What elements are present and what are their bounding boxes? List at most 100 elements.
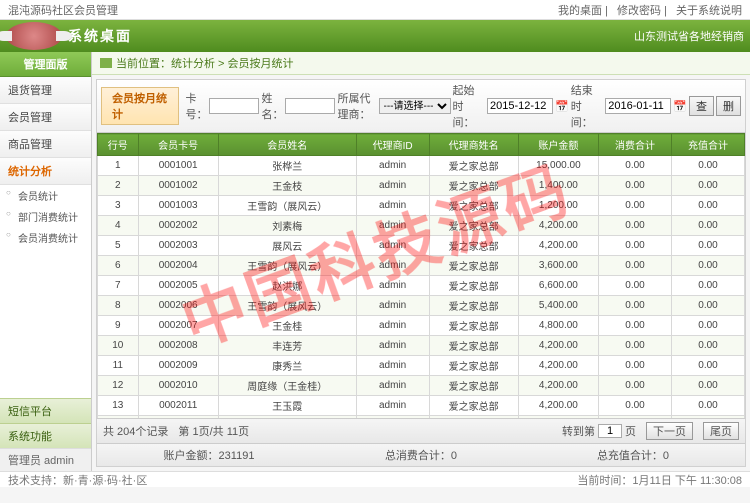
cell: 0.00 bbox=[599, 256, 672, 276]
cell: 爱之家总部 bbox=[429, 336, 518, 356]
cell: 0.00 bbox=[672, 196, 745, 216]
btn-query[interactable]: 查 bbox=[689, 96, 714, 116]
cell: 0.00 bbox=[672, 316, 745, 336]
table-row[interactable]: 40002002刘素梅admin爱之家总部4,200.000.000.00 bbox=[98, 216, 745, 236]
cell: 4,200.00 bbox=[518, 336, 598, 356]
cell: 张桦兰 bbox=[218, 156, 356, 176]
cell: 0002002 bbox=[138, 216, 218, 236]
table-row[interactable]: 100002008丰连芳admin爱之家总部4,200.000.000.00 bbox=[98, 336, 745, 356]
table-row[interactable]: 90002007王金桂admin爱之家总部4,800.000.000.00 bbox=[98, 316, 745, 336]
input-name[interactable] bbox=[285, 98, 335, 114]
footer-tech: 技术支持：新·青·源·码·社·区 bbox=[8, 472, 147, 488]
cell: 0.00 bbox=[599, 156, 672, 176]
link-about[interactable]: 关于系统说明 bbox=[676, 5, 742, 17]
data-grid[interactable]: 行号会员卡号会员姓名代理商ID代理商姓名账户金额消费合计充值合计 1000100… bbox=[97, 133, 745, 418]
table-row[interactable]: 30001003王雪韵（展风云）admin爱之家总部1,200.000.000.… bbox=[98, 196, 745, 216]
cell: 0002005 bbox=[138, 276, 218, 296]
cell: 爱之家总部 bbox=[429, 196, 518, 216]
pager-jump-l: 转到第 bbox=[562, 423, 595, 439]
cell: admin bbox=[356, 236, 429, 256]
cell: 6 bbox=[98, 256, 139, 276]
table-row[interactable]: 120002010周庭缘（王金桂）admin爱之家总部4,200.000.000… bbox=[98, 376, 745, 396]
select-agent[interactable]: ---请选择--- bbox=[379, 98, 451, 114]
link-password[interactable]: 修改密码 bbox=[617, 5, 661, 17]
crumb-path: 统计分析 > 会员按月统计 bbox=[171, 55, 294, 71]
sidebar-foot-sms[interactable]: 短信平台 bbox=[0, 398, 91, 423]
home-icon[interactable] bbox=[100, 58, 112, 68]
cell: 爱之家总部 bbox=[429, 356, 518, 376]
input-card[interactable] bbox=[209, 98, 259, 114]
cell: 0.00 bbox=[672, 356, 745, 376]
table-row[interactable]: 60002004王雪韵（展风云）admin爱之家总部3,600.000.000.… bbox=[98, 256, 745, 276]
lbl-card: 卡号： bbox=[185, 90, 207, 122]
sidebar-sub-member-cons[interactable]: 会员消费统计 bbox=[0, 227, 91, 248]
pager-pages: 第 1页/共 11页 bbox=[178, 423, 249, 439]
cell: 12 bbox=[98, 376, 139, 396]
cell: 8 bbox=[98, 296, 139, 316]
cell: 1,400.00 bbox=[518, 176, 598, 196]
cell: 4,800.00 bbox=[518, 316, 598, 336]
cell: 0.00 bbox=[599, 236, 672, 256]
cell: 0.00 bbox=[599, 316, 672, 336]
cell: 2 bbox=[98, 176, 139, 196]
table-row[interactable]: 130002011王玉霞admin爱之家总部4,200.000.000.00 bbox=[98, 396, 745, 416]
cell: 13 bbox=[98, 396, 139, 416]
cell: 周庭缘（王金桂） bbox=[218, 376, 356, 396]
sidebar-item-member[interactable]: 会员管理 bbox=[0, 104, 91, 131]
cell: 爱之家总部 bbox=[429, 396, 518, 416]
cell: 0002010 bbox=[138, 376, 218, 396]
calendar-icon[interactable]: 📅 bbox=[673, 100, 687, 113]
calendar-icon[interactable]: 📅 bbox=[555, 100, 569, 113]
table-row[interactable]: 50002003展风云admin爱之家总部4,200.000.000.00 bbox=[98, 236, 745, 256]
cell: 6,600.00 bbox=[518, 276, 598, 296]
panel: 会员按月统计 卡号： 姓名： 所属代理商： ---请选择--- 起始时间： 📅 … bbox=[96, 79, 746, 467]
main: 当前位置： 统计分析 > 会员按月统计 会员按月统计 卡号： 姓名： 所属代理商… bbox=[92, 52, 750, 471]
sidebar-foot-sys[interactable]: 系统功能 bbox=[0, 423, 91, 448]
table-row[interactable]: 70002005赵洪娜admin爱之家总部6,600.000.000.00 bbox=[98, 276, 745, 296]
col-header: 代理商姓名 bbox=[429, 134, 518, 156]
topbar-links: 我的桌面 | 修改密码 | 关于系统说明 bbox=[552, 2, 742, 18]
sidebar-item-stats[interactable]: 统计分析 bbox=[0, 158, 91, 185]
footer-time: 当前时间：1月11日 下午 11:30:08 bbox=[577, 472, 742, 488]
cell: 0002011 bbox=[138, 396, 218, 416]
pager-last[interactable]: 尾页 bbox=[703, 422, 739, 440]
btn-reset[interactable]: 删 bbox=[716, 96, 741, 116]
cell: 0.00 bbox=[599, 336, 672, 356]
table-row[interactable]: 110002009康秀兰admin爱之家总部4,200.000.000.00 bbox=[98, 356, 745, 376]
cell: 0.00 bbox=[672, 276, 745, 296]
cell: admin bbox=[356, 216, 429, 236]
cell: 刘素梅 bbox=[218, 216, 356, 236]
cell: 0.00 bbox=[599, 356, 672, 376]
cell: 4 bbox=[98, 216, 139, 236]
crumb-label: 当前位置： bbox=[116, 55, 171, 71]
col-header: 会员姓名 bbox=[218, 134, 356, 156]
cell: 4,200.00 bbox=[518, 236, 598, 256]
input-end[interactable] bbox=[605, 98, 671, 114]
sidebar-item-return[interactable]: 退货管理 bbox=[0, 77, 91, 104]
cell: 0.00 bbox=[672, 176, 745, 196]
table-row[interactable]: 80002006王雪韵（展风云）admin爱之家总部5,400.000.000.… bbox=[98, 296, 745, 316]
cell: 康秀兰 bbox=[218, 356, 356, 376]
col-header: 行号 bbox=[98, 134, 139, 156]
sidebar-sub-member-stat[interactable]: 会员统计 bbox=[0, 185, 91, 206]
pager-total: 共 204个记录 bbox=[103, 423, 168, 439]
sidebar-item-product[interactable]: 商品管理 bbox=[0, 131, 91, 158]
input-start[interactable] bbox=[487, 98, 553, 114]
pager-jump-input[interactable] bbox=[598, 424, 622, 438]
filter-bar: 卡号： 姓名： 所属代理商： ---请选择--- 起始时间： 📅 结束时间： 📅… bbox=[185, 82, 741, 130]
link-desktop[interactable]: 我的桌面 bbox=[558, 5, 602, 17]
brand-text: 系统桌面 bbox=[68, 26, 132, 46]
lbl-end: 结束时间： bbox=[571, 82, 604, 130]
table-row[interactable]: 20001002王金枝admin爱之家总部1,400.000.000.00 bbox=[98, 176, 745, 196]
cell: admin bbox=[356, 256, 429, 276]
pager-next[interactable]: 下一页 bbox=[646, 422, 693, 440]
sidebar-title: 管理面版 bbox=[0, 52, 91, 77]
sidebar: 管理面版 退货管理 会员管理 商品管理 统计分析 会员统计 部门消费统计 会员消… bbox=[0, 52, 92, 471]
cell: 0.00 bbox=[599, 276, 672, 296]
panel-toolbar: 会员按月统计 卡号： 姓名： 所属代理商： ---请选择--- 起始时间： 📅 … bbox=[97, 80, 745, 133]
cell: 爱之家总部 bbox=[429, 376, 518, 396]
cell: 0002004 bbox=[138, 256, 218, 276]
sidebar-sub-dept-stat[interactable]: 部门消费统计 bbox=[0, 206, 91, 227]
tab-monthly[interactable]: 会员按月统计 bbox=[101, 87, 179, 125]
table-row[interactable]: 10001001张桦兰admin爱之家总部15,000.000.000.00 bbox=[98, 156, 745, 176]
